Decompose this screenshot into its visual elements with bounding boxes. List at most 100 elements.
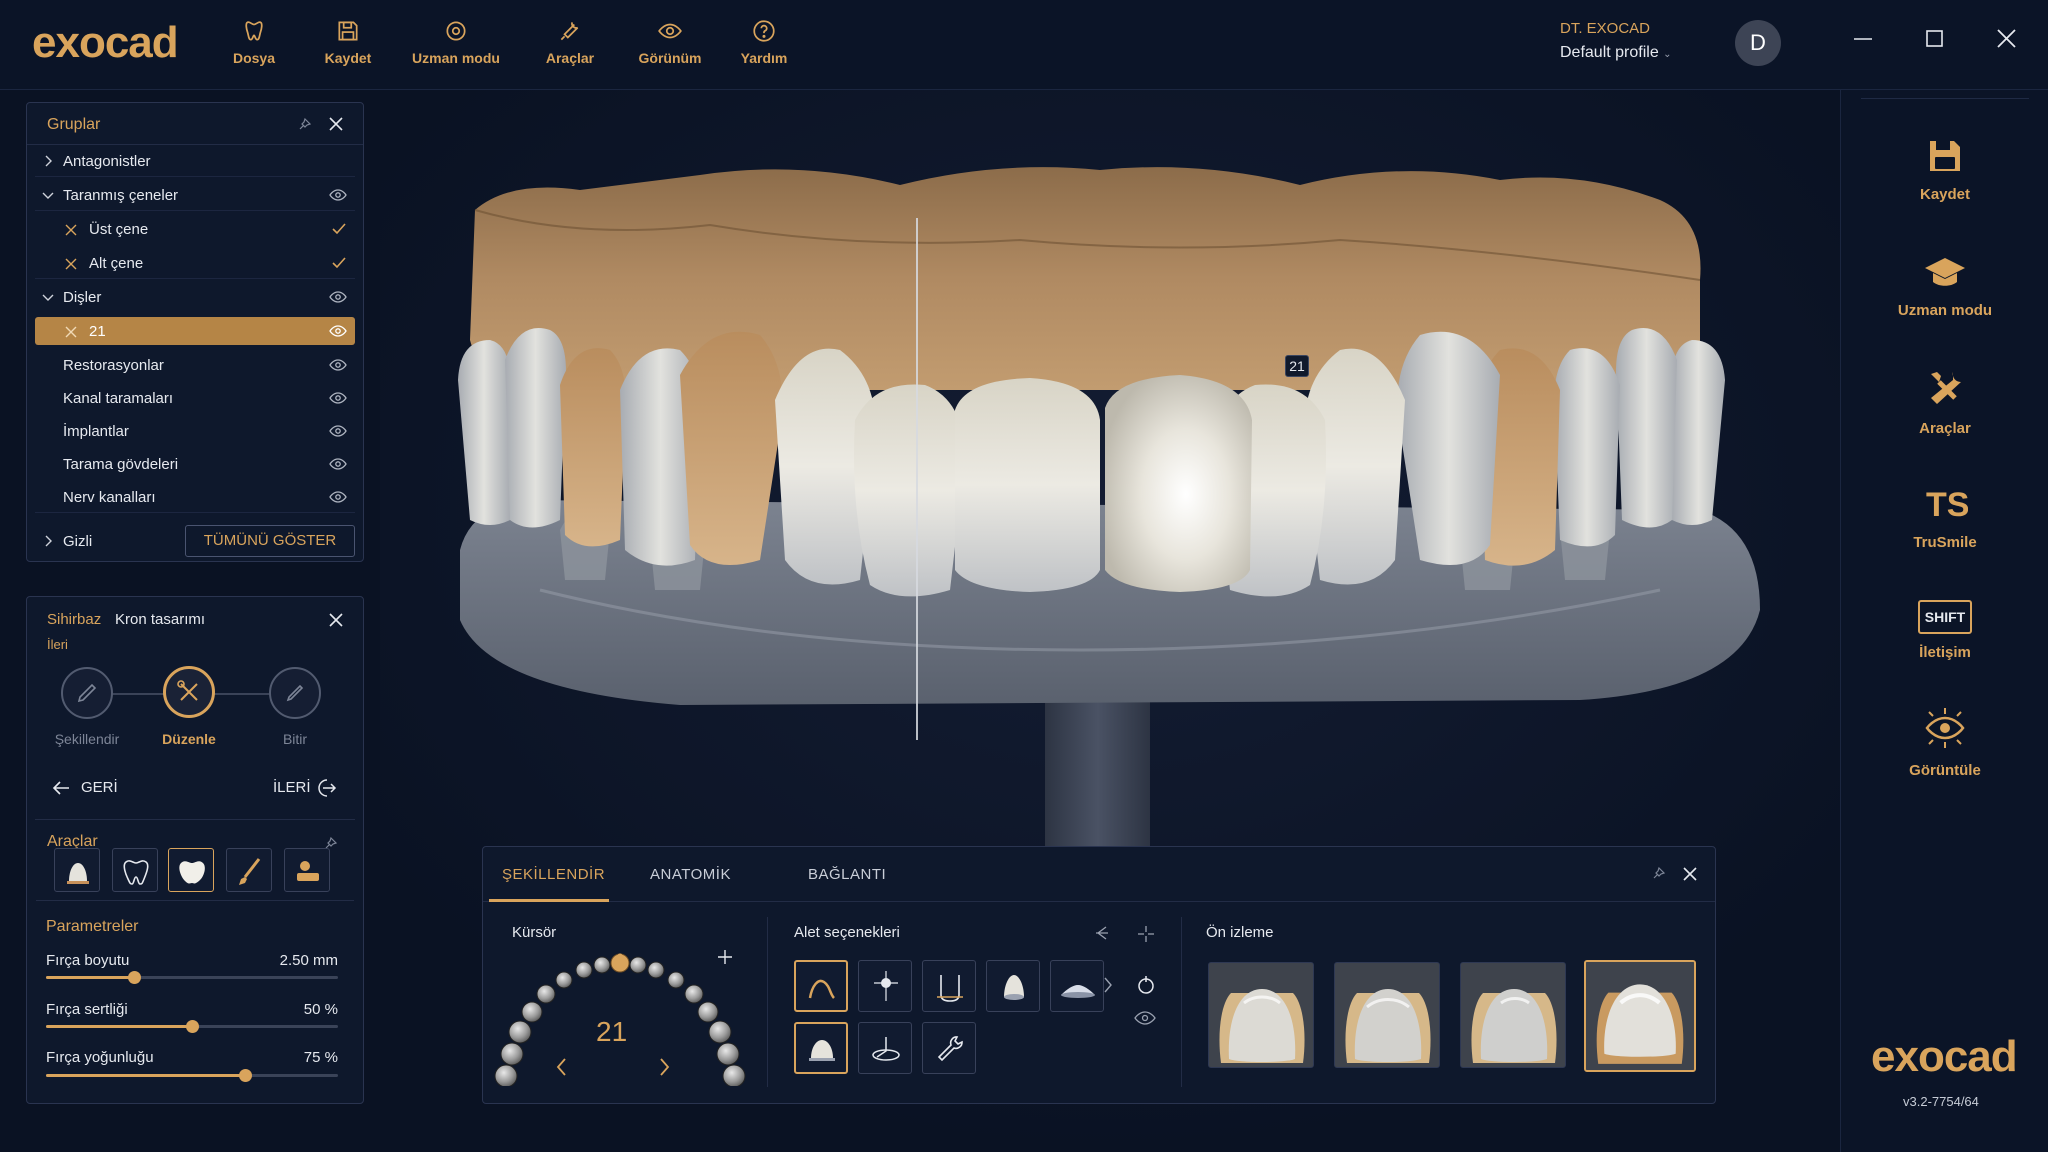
step-sekillendir[interactable] (61, 667, 113, 719)
eye-icon[interactable] (1134, 1010, 1156, 1026)
tab-baglanti[interactable]: BAĞLANTI (808, 866, 886, 883)
profile-dropdown[interactable]: Default profile ⌄ (1560, 44, 1672, 62)
show-all-button[interactable]: TÜMÜNÜ GÖSTER (185, 525, 355, 557)
sidebar-kaydet[interactable]: Kaydet (1841, 136, 2048, 203)
tool-stamp[interactable] (284, 848, 330, 892)
option-wrench-tool[interactable] (922, 1022, 976, 1074)
sidebar-araclar[interactable]: Araçlar (1841, 366, 2048, 437)
preview-option-4[interactable] (1584, 960, 1696, 1072)
wizard-next-hint: İleri (47, 637, 68, 652)
preview-option-3[interactable] (1460, 962, 1566, 1068)
checkmark-icon[interactable] (331, 222, 347, 236)
step-bitir[interactable] (269, 667, 321, 719)
option-cone-tool[interactable] (986, 960, 1040, 1012)
option-cut-tool[interactable] (922, 960, 976, 1012)
eye-icon[interactable] (329, 490, 347, 504)
eye-icon[interactable] (329, 188, 347, 202)
group-row-tarama-govdeleri[interactable]: Tarama gövdeleri (35, 448, 355, 480)
slider-knob[interactable] (128, 971, 141, 984)
crown-preview-image (1461, 963, 1565, 1067)
close-icon[interactable] (327, 115, 345, 133)
right-sidebar: Kaydet Uzman modu Araçlar TS TruSmile SH… (1840, 90, 2048, 1152)
option-flat-tool[interactable] (1050, 960, 1104, 1012)
tool-tooth[interactable] (112, 848, 158, 892)
pin-icon[interactable] (297, 116, 313, 132)
tools-icon (65, 326, 77, 338)
group-row-nerv-kanallari[interactable]: Nerv kanalları (35, 481, 355, 513)
menu-yardim[interactable]: Yardım (736, 18, 792, 74)
eye-icon[interactable] (329, 324, 347, 338)
sidebar-uzman-modu[interactable]: Uzman modu (1841, 252, 2048, 319)
checkmark-icon[interactable] (331, 256, 347, 270)
cursor-tooth-number: 21 (596, 1016, 628, 1047)
brush-hardness-slider[interactable] (46, 1020, 338, 1033)
close-icon[interactable] (1681, 865, 1699, 883)
slider-knob[interactable] (239, 1069, 252, 1082)
menu-araclar[interactable]: Araçlar (540, 18, 600, 74)
preview-option-2[interactable] (1334, 962, 1440, 1068)
tooth-number-marker[interactable]: 21 (1285, 355, 1309, 377)
option-curve-tool[interactable] (794, 960, 848, 1012)
close-icon[interactable] (327, 611, 345, 629)
chevron-left-icon[interactable] (554, 1056, 570, 1078)
collapse-icon[interactable] (1092, 924, 1110, 942)
forward-button[interactable]: İLERİ (273, 775, 353, 803)
step-duzenle[interactable] (163, 666, 215, 718)
sidebar-goruntule[interactable]: Görüntüle (1841, 704, 2048, 779)
tool-smooth[interactable] (54, 848, 100, 892)
minimize-button[interactable] (1842, 22, 1882, 54)
tool-brush[interactable] (226, 848, 272, 892)
maximize-icon (1926, 30, 1943, 47)
group-row-implantlar[interactable]: İmplantlar (35, 415, 355, 447)
brand-logo: exocad (1871, 1032, 2018, 1081)
tool-crown[interactable] (168, 848, 214, 892)
crosshair-icon[interactable] (1136, 924, 1156, 944)
cut-icon (937, 975, 963, 1002)
brush-density-slider[interactable] (46, 1069, 338, 1082)
eye-icon[interactable] (329, 290, 347, 304)
eye-icon[interactable] (329, 457, 347, 471)
menu-gorunum[interactable]: Görünüm (632, 18, 708, 74)
sidebar-iletisim[interactable]: SHIFT İletişim (1841, 600, 2048, 661)
menu-kaydet[interactable]: Kaydet (318, 18, 378, 74)
group-row-gizli[interactable]: Gizli (35, 525, 185, 557)
file-icon (245, 21, 263, 41)
option-dome-tool[interactable] (794, 1022, 848, 1074)
rotate-tool-icon (872, 1037, 900, 1061)
tab-sekillendir[interactable]: ŞEKİLLENDİR (502, 866, 605, 883)
group-row-21[interactable]: 21 (35, 317, 355, 345)
group-row-ust-cene[interactable]: Üst çene (35, 213, 355, 245)
tab-anatomik[interactable]: ANATOMİK (650, 866, 731, 883)
preview-option-1[interactable] (1208, 962, 1314, 1068)
menu-dosya[interactable]: Dosya (224, 18, 284, 74)
step-label-sekillendir: Şekillendir (54, 731, 120, 747)
brush-size-slider[interactable] (46, 971, 338, 984)
close-window-button[interactable] (1986, 22, 2026, 54)
eye-icon[interactable] (329, 391, 347, 405)
wrench-icon (937, 1036, 963, 1062)
option-point-tool[interactable] (858, 960, 912, 1012)
group-row-restorasyonlar[interactable]: Restorasyonlar (35, 349, 355, 381)
option-rotate-tool[interactable] (858, 1022, 912, 1074)
eye-icon[interactable] (329, 424, 347, 438)
chevron-right-icon[interactable] (1102, 976, 1114, 994)
help-icon (753, 20, 775, 42)
group-row-disler[interactable]: Dişler (35, 281, 355, 313)
group-row-antagonistler[interactable]: Antagonistler (35, 145, 355, 177)
active-tab-indicator (489, 899, 609, 902)
pin-icon[interactable] (1651, 865, 1667, 881)
chevron-right-icon[interactable] (656, 1056, 672, 1078)
maximize-button[interactable] (1914, 22, 1954, 54)
chevron-right-icon (45, 535, 52, 547)
eye-icon[interactable] (329, 358, 347, 372)
menu-uzman-modu[interactable]: Uzman modu (408, 18, 504, 74)
group-row-kanal-taramalari[interactable]: Kanal taramaları (35, 382, 355, 414)
avatar[interactable]: D (1735, 20, 1781, 66)
chevron-right-icon (45, 155, 52, 167)
group-row-alt-cene[interactable]: Alt çene (35, 247, 355, 279)
rotate-icon[interactable] (1135, 974, 1157, 996)
slider-knob[interactable] (186, 1020, 199, 1033)
step-label-duzenle: Düzenle (162, 731, 216, 747)
group-row-taranmis-ceneler[interactable]: Taranmış çeneler (35, 179, 355, 211)
sidebar-trusmile[interactable]: TS TruSmile (1841, 482, 2048, 551)
